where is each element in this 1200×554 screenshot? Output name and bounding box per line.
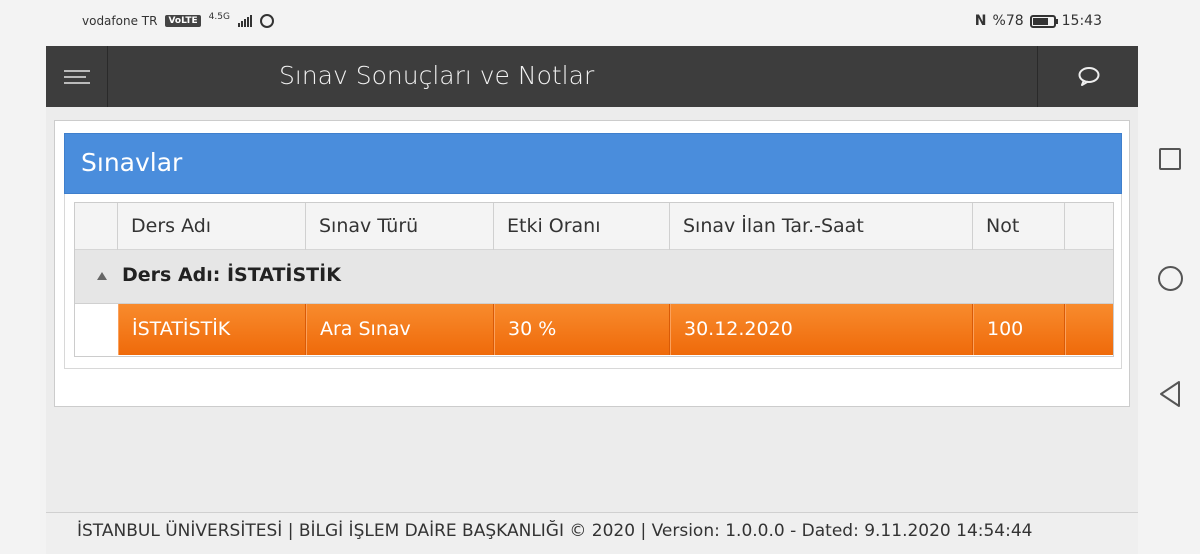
column-header[interactable]: Etki Oranı — [494, 203, 670, 250]
column-header[interactable]: Sınav Türü — [306, 203, 494, 250]
table-cell: 100 — [973, 304, 1065, 355]
menu-icon — [64, 70, 90, 72]
page-title: Sınav Sonuçları ve Notlar — [279, 61, 595, 90]
back-button[interactable] — [1157, 380, 1183, 408]
app-content: Sınav Sonuçları ve Notlar Sınavlar Ders … — [46, 46, 1138, 554]
table-cell: 30 % — [494, 304, 670, 355]
menu-button[interactable] — [46, 46, 108, 107]
column-header[interactable]: Sınav İlan Tar.-Saat — [670, 203, 973, 250]
table-cell: 30.12.2020 — [670, 304, 973, 355]
table-cell: İSTATİSTİK — [118, 304, 306, 355]
grid-header: Ders Adı Sınav Türü Etki Oranı Sınav İla… — [75, 203, 1113, 250]
panel-title: Sınavlar — [64, 133, 1122, 194]
column-header[interactable]: Ders Adı — [118, 203, 306, 250]
system-nav-bar — [1138, 0, 1200, 554]
phone-screen: vodafone TR VoLTE 4.5G N %78 15:43 Sınav — [0, 0, 1200, 554]
exams-panel: Sınavlar Ders Adı Sınav Türü Etki Oranı … — [54, 120, 1130, 407]
grid-container: Ders Adı Sınav Türü Etki Oranı Sınav İla… — [64, 194, 1122, 369]
battery-percent: %78 — [992, 13, 1024, 29]
recents-button[interactable] — [1159, 148, 1181, 170]
table-cell: Ara Sınav — [306, 304, 494, 355]
table-cell-empty — [1065, 304, 1113, 355]
battery-icon — [1029, 14, 1058, 28]
volte-badge: VoLTE — [165, 15, 201, 27]
collapse-arrow-icon[interactable] — [97, 272, 107, 280]
column-header[interactable]: Not — [973, 203, 1065, 250]
status-bar: vodafone TR VoLTE 4.5G N %78 15:43 — [46, 0, 1138, 46]
group-row[interactable]: Ders Adı: İSTATİSTİK — [75, 250, 1113, 304]
header-spacer — [1065, 203, 1113, 250]
footer-text: İSTANBUL ÜNİVERSİTESİ | BİLGİ İŞLEM DAİR… — [77, 521, 1033, 541]
clock: 15:43 — [1061, 13, 1102, 29]
signal-icon — [237, 15, 252, 27]
network-type: 4.5G — [208, 12, 230, 22]
chat-icon — [1078, 67, 1100, 86]
app-bar: Sınav Sonuçları ve Notlar — [46, 46, 1138, 107]
chat-button[interactable] — [1037, 46, 1138, 107]
home-button[interactable] — [1158, 266, 1183, 291]
whatsapp-icon — [259, 14, 274, 28]
header-spacer — [75, 203, 118, 250]
nfc-icon: N — [974, 13, 987, 29]
exams-grid: Ders Adı Sınav Türü Etki Oranı Sınav İla… — [74, 202, 1114, 357]
group-label: Ders Adı: İSTATİSTİK — [122, 264, 341, 286]
footer: İSTANBUL ÜNİVERSİTESİ | BİLGİ İŞLEM DAİR… — [46, 512, 1138, 554]
carrier-label: vodafone TR — [82, 14, 158, 28]
table-row[interactable]: İSTATİSTİK Ara Sınav 30 % 30.12.2020 100 — [118, 304, 1113, 355]
